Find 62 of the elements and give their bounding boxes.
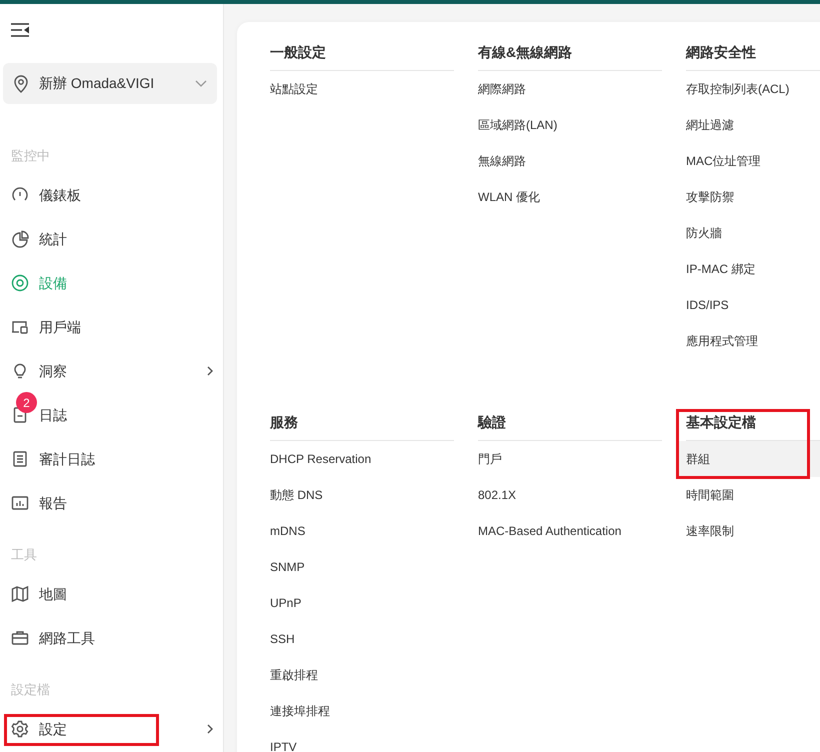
settings-link[interactable]: 門戶 (468, 441, 662, 477)
section-label: 監控中 (11, 147, 50, 165)
menu-icon[interactable] (11, 23, 29, 37)
settings-link[interactable]: 存取控制列表(ACL) (676, 71, 820, 107)
sidebar-item[interactable]: 審計日誌 (3, 444, 217, 474)
settings-link[interactable]: MAC位址管理 (676, 143, 820, 179)
map-icon (11, 585, 29, 603)
settings-link[interactable]: 網址過濾 (676, 107, 820, 143)
sidebar-item[interactable]: 網路工具 (3, 623, 217, 653)
section-heading: 網路安全性 (686, 34, 820, 71)
settings-link[interactable]: 速率限制 (676, 513, 820, 549)
notification-badge: 2 (16, 392, 37, 413)
sidebar-item[interactable]: 用戶端 (3, 312, 217, 342)
target-icon (11, 274, 29, 292)
sidebar-item[interactable]: 儀錶板 (3, 180, 217, 210)
sidebar-item[interactable]: 洞察 (3, 356, 217, 386)
settings-link[interactable]: 連接埠排程 (260, 693, 454, 729)
settings-link[interactable]: SNMP (260, 549, 454, 585)
site-name: 新辦 Omada&VIGI (39, 74, 154, 93)
chevron-right-icon (207, 366, 213, 376)
settings-link[interactable]: 防火牆 (676, 215, 820, 251)
caret-icon (195, 80, 207, 88)
list-icon (11, 450, 29, 468)
location-pin-icon (13, 74, 29, 92)
settings-link[interactable]: mDNS (260, 513, 454, 549)
sidebar-item[interactable]: 地圖 (3, 579, 217, 609)
bar-chart-icon (11, 494, 29, 512)
section-label: 工具 (11, 546, 37, 564)
section-heading: 驗證 (478, 404, 662, 441)
settings-link[interactable]: IDS/IPS (676, 287, 820, 323)
sidebar-item[interactable]: 日誌 2 (3, 392, 217, 430)
settings-link[interactable]: 動態 DNS (260, 477, 454, 513)
section-label: 設定檔 (11, 681, 50, 699)
settings-link[interactable]: UPnP (260, 585, 454, 621)
settings-link[interactable]: 站點設定 (260, 71, 454, 107)
pie-chart-icon (11, 230, 29, 248)
settings-icon (11, 720, 29, 738)
settings-link[interactable]: 網際網路 (468, 71, 662, 107)
settings-link[interactable]: SSH (260, 621, 454, 657)
toolbox-icon (11, 629, 29, 647)
settings-link[interactable]: IPTV (260, 729, 454, 752)
settings-link[interactable]: 時間範圍 (676, 477, 820, 513)
settings-link[interactable]: 區域網路(LAN) (468, 107, 662, 143)
settings-link[interactable]: 應用程式管理 (676, 323, 820, 359)
section-heading: 一般設定 (270, 34, 454, 71)
section-heading: 服務 (270, 404, 454, 441)
settings-link[interactable]: 攻擊防禦 (676, 179, 820, 215)
settings-link[interactable]: 重啟排程 (260, 657, 454, 693)
sidebar-item[interactable]: 報告 (3, 488, 217, 518)
settings-link[interactable]: DHCP Reservation (260, 441, 454, 477)
site-selector[interactable]: 新辦 Omada&VIGI (3, 63, 217, 104)
settings-link[interactable]: IP-MAC 綁定 (676, 251, 820, 287)
settings-link[interactable]: 群組 (676, 441, 820, 477)
settings-link[interactable]: 無線網路 (468, 143, 662, 179)
settings-link[interactable]: MAC-Based Authentication (468, 513, 662, 549)
document-icon (11, 406, 29, 424)
chevron-right-icon (207, 724, 213, 734)
sidebar-item[interactable]: 統計 (3, 224, 217, 254)
settings-link[interactable]: WLAN 優化 (468, 179, 662, 215)
sidebar-item[interactable]: 設定 (3, 714, 217, 744)
section-heading: 有線&無線網路 (478, 34, 662, 71)
settings-link[interactable]: 802.1X (468, 477, 662, 513)
